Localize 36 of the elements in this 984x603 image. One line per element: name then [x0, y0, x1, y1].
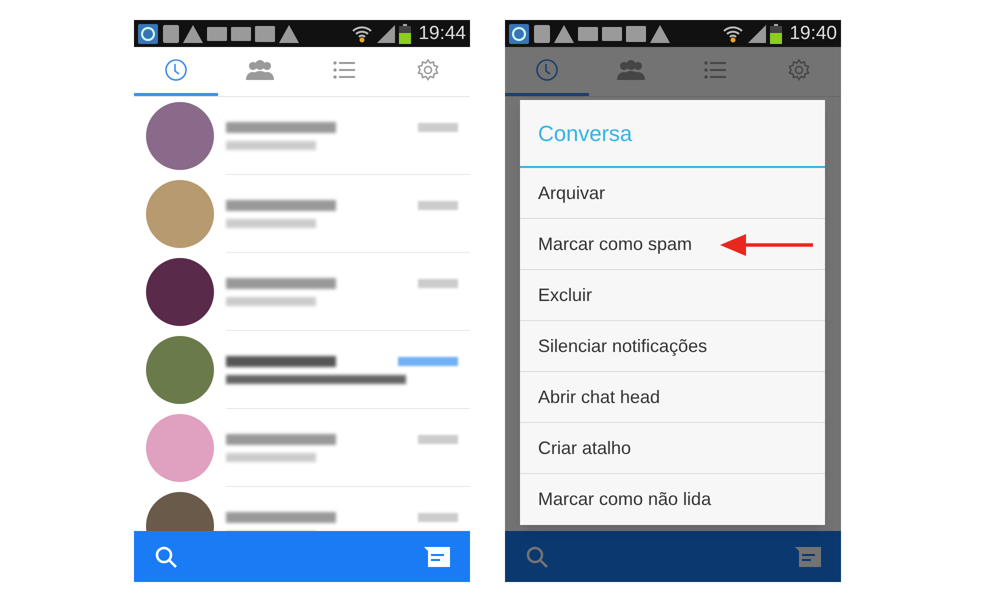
menu-item[interactable]: Marcar como spam — [520, 219, 825, 270]
search-icon[interactable] — [154, 544, 178, 568]
list-icon — [332, 60, 356, 80]
menu-item[interactable]: Silenciar notificações — [520, 321, 825, 372]
menu-item[interactable]: Abrir chat head — [520, 372, 825, 423]
dialog-title: Conversa — [520, 100, 825, 168]
people-icon — [615, 59, 647, 81]
menu-item[interactable]: Excluir — [520, 270, 825, 321]
signal-icon — [376, 24, 396, 44]
blurred-time — [398, 356, 458, 366]
search-icon[interactable] — [525, 544, 549, 568]
blurred-time — [418, 200, 458, 210]
signal-icon — [747, 24, 768, 44]
blurred-time — [418, 434, 458, 444]
settings-icon — [416, 58, 440, 82]
battery-icon — [770, 24, 782, 44]
menu-item[interactable]: Marcar como não lida — [520, 474, 825, 525]
app-icon — [138, 24, 158, 44]
blurred-time — [418, 278, 458, 288]
menu-item[interactable]: Criar atalho — [520, 423, 825, 474]
status-time: 19:44 — [418, 24, 466, 43]
wifi-icon — [722, 24, 744, 44]
list-icon — [703, 60, 727, 80]
blurred-time — [418, 122, 458, 132]
compose-icon[interactable] — [424, 546, 450, 566]
status-time: 19:40 — [789, 24, 837, 43]
people-icon — [244, 59, 276, 81]
settings-icon — [787, 58, 811, 82]
clock-icon — [164, 58, 188, 82]
menu-item[interactable]: Arquivar — [520, 168, 825, 219]
wifi-icon — [351, 24, 374, 44]
clock-icon — [535, 58, 559, 82]
app-icon — [509, 24, 529, 44]
battery-icon — [399, 24, 412, 44]
blurred-time — [418, 512, 458, 522]
compose-icon[interactable] — [795, 546, 821, 566]
